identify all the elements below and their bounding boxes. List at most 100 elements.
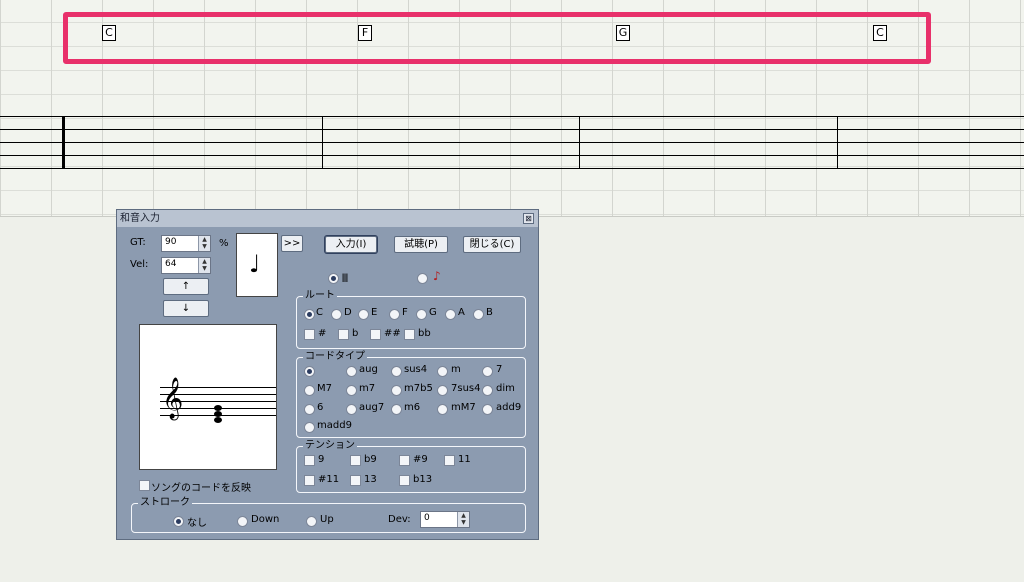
tension-check-b13[interactable]: [399, 475, 410, 486]
octave-up-button[interactable]: ↑: [163, 278, 209, 295]
octave-down-button[interactable]: ↓: [163, 300, 209, 317]
gt-value: 90: [165, 237, 177, 247]
percent-label: %: [219, 238, 229, 249]
stroke-radio-down[interactable]: [237, 516, 248, 527]
stroke-radio-none[interactable]: [173, 516, 184, 527]
stroke-panel: ストローク なし Down Up Dev: 0 ▲ ▼: [131, 496, 526, 533]
barline: [322, 116, 323, 169]
tension-check-9[interactable]: [304, 455, 315, 466]
chord-type-radio-6[interactable]: [304, 404, 315, 415]
stroke-label-none: なし: [187, 518, 207, 529]
root-caption: ルート: [303, 289, 337, 302]
chord-type-label-sus4: sus4: [404, 364, 428, 375]
root-label-c: C: [316, 307, 323, 318]
stroke-caption: ストローク: [138, 496, 192, 509]
tension-check-13[interactable]: [350, 475, 361, 486]
accidental-label-double-flat: bb: [418, 328, 431, 339]
root-radio-a[interactable]: [445, 309, 456, 320]
accidental-check-double-sharp[interactable]: [370, 329, 381, 340]
piano-icon: 𝍫: [342, 271, 349, 285]
dev-value: 0: [424, 513, 430, 523]
quarter-note-icon: ♩: [249, 250, 261, 278]
chord-type-radio-m7[interactable]: [346, 385, 357, 396]
chord-type-label-aug: aug: [359, 364, 378, 375]
note-length-box[interactable]: ♩: [236, 233, 278, 297]
chord-type-label-madd9: madd9: [317, 420, 352, 431]
accidental-label-sharp: #: [318, 328, 327, 339]
accidental-check-double-flat[interactable]: [404, 329, 415, 340]
dialog-title-bar[interactable]: 和音入力 ⊠: [117, 210, 538, 227]
piano-mode-radio[interactable]: [328, 273, 339, 284]
root-radio-e[interactable]: [358, 309, 369, 320]
chord-type-label-6: 6: [317, 402, 324, 413]
chord-type-radio-m[interactable]: [437, 366, 448, 377]
accidental-label-flat: b: [352, 328, 359, 339]
stroke-radio-up[interactable]: [306, 516, 317, 527]
root-label-e: E: [371, 307, 378, 318]
chord-type-radio-mM7[interactable]: [437, 404, 448, 415]
tension-label-11: 11: [458, 454, 471, 465]
chord-type-label-7sus4: 7sus4: [451, 383, 481, 394]
accidental-check-flat[interactable]: [338, 329, 349, 340]
root-radio-d[interactable]: [331, 309, 342, 320]
gt-label: GT:: [130, 237, 146, 248]
chord-type-radio-dim[interactable]: [482, 385, 493, 396]
barline: [837, 116, 838, 169]
stroke-label-up: Up: [320, 514, 334, 525]
close-button[interactable]: 閉じる(C): [463, 236, 521, 253]
chord-type-label-m7b5: m7b5: [404, 383, 433, 394]
gt-spinner[interactable]: 90 ▲ ▼: [161, 235, 211, 252]
reflect-song-chords-checkbox[interactable]: [139, 480, 150, 491]
chord-type-radio-aug7[interactable]: [346, 404, 357, 415]
chord-type-radio-major[interactable]: [304, 366, 315, 377]
spin-arrows-icon[interactable]: ▲ ▼: [198, 258, 210, 273]
input-button[interactable]: 入力(I): [325, 236, 377, 253]
expand-button[interactable]: >>: [281, 235, 303, 252]
close-icon[interactable]: ⊠: [523, 213, 534, 224]
chord-type-label-7: 7: [496, 364, 503, 375]
root-radio-f[interactable]: [389, 309, 400, 320]
staff-line: [0, 129, 1024, 130]
root-panel: ルート C D E F G A B # b ## bb: [296, 289, 526, 349]
tension-check-sharp9[interactable]: [399, 455, 410, 466]
guitar-mode-radio[interactable]: [417, 273, 428, 284]
staff-line: [0, 155, 1024, 156]
vel-label: Vel:: [130, 259, 149, 270]
reflect-song-chords-label: ソングのコードを反映: [151, 483, 251, 494]
chord-type-radio-m7b5[interactable]: [391, 385, 402, 396]
chord-type-radio-m6[interactable]: [391, 404, 402, 415]
vel-spinner[interactable]: 64 ▲ ▼: [161, 257, 211, 274]
dialog-title: 和音入力: [120, 213, 160, 224]
chord-type-radio-7[interactable]: [482, 366, 493, 377]
chord-type-radio-sus4[interactable]: [391, 366, 402, 377]
spin-arrows-icon[interactable]: ▲ ▼: [457, 512, 469, 527]
chord-type-label-m7: m7: [359, 383, 376, 394]
tension-caption: テンション: [303, 439, 357, 452]
tension-check-sharp11[interactable]: [304, 475, 315, 486]
chord-type-radio-madd9[interactable]: [304, 422, 315, 433]
chord-type-label-add9: add9: [496, 402, 522, 413]
chord-type-label-m: m: [451, 364, 461, 375]
chord-type-radio-aug[interactable]: [346, 366, 357, 377]
dev-spinner[interactable]: 0 ▲ ▼: [420, 511, 470, 528]
spin-arrows-icon[interactable]: ▲ ▼: [198, 236, 210, 251]
tension-label-b9: b9: [364, 454, 377, 465]
chord-type-radio-m7-major[interactable]: [304, 385, 315, 396]
score-editor-area[interactable]: C F G C: [0, 0, 1024, 217]
preview-button[interactable]: 試聴(P): [394, 236, 448, 253]
root-radio-b[interactable]: [473, 309, 484, 320]
tension-check-b9[interactable]: [350, 455, 361, 466]
chord-type-label-mM7: mM7: [451, 402, 476, 413]
chord-type-radio-7sus4[interactable]: [437, 385, 448, 396]
root-label-b: B: [486, 307, 493, 318]
tension-label-13: 13: [364, 474, 377, 485]
chord-type-radio-add9[interactable]: [482, 404, 493, 415]
tension-check-11[interactable]: [444, 455, 455, 466]
chord-note-head: [214, 417, 222, 423]
tension-label-b13: b13: [413, 474, 433, 485]
chord-preview-staff: 𝄞: [139, 324, 277, 470]
chord-type-label-aug7: aug7: [359, 402, 385, 413]
root-radio-g[interactable]: [416, 309, 427, 320]
accidental-check-sharp[interactable]: [304, 329, 315, 340]
root-radio-c[interactable]: [304, 309, 315, 320]
